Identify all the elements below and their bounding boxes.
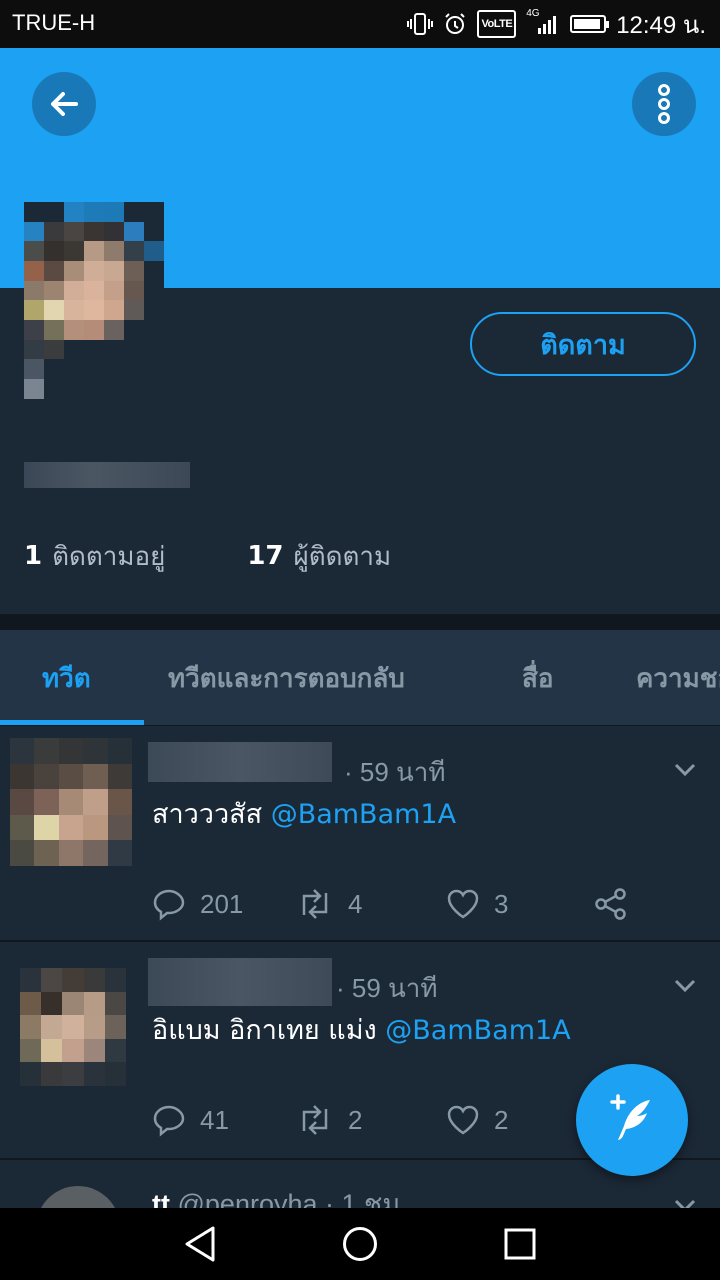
retweet-action[interactable]: 2 bbox=[296, 1100, 362, 1140]
tweet-time: · 1 ชม. bbox=[325, 1189, 408, 1208]
tab-tweets-replies[interactable]: ทวีตและการตอบกลับ bbox=[168, 630, 405, 725]
alarm-icon bbox=[443, 10, 467, 38]
tab-tweets[interactable]: ทวีต bbox=[42, 630, 91, 725]
nav-recents-button[interactable] bbox=[500, 1224, 540, 1264]
profile-name-blurred bbox=[24, 462, 190, 488]
profile-stats: 1 ติดตามอยู่ 17 ผู้ติดตาม bbox=[24, 538, 473, 574]
android-nav-bar bbox=[0, 1208, 720, 1280]
tweet-actions: 41 2 2 bbox=[152, 1100, 572, 1140]
compose-feather-icon bbox=[610, 1094, 650, 1140]
heart-icon bbox=[447, 1105, 479, 1135]
reply-action[interactable]: 41 bbox=[152, 1100, 229, 1140]
clock: 12:49 น. bbox=[616, 11, 706, 39]
reply-count: 41 bbox=[200, 1104, 229, 1135]
back-button[interactable] bbox=[32, 72, 96, 136]
reply-action[interactable]: 201 bbox=[152, 884, 243, 924]
compose-tweet-button[interactable] bbox=[576, 1064, 688, 1176]
tweet-avatar[interactable] bbox=[10, 738, 132, 866]
share-icon bbox=[595, 888, 626, 920]
more-options-button[interactable] bbox=[632, 72, 696, 136]
followers-stat[interactable]: 17 ผู้ติดตาม bbox=[247, 536, 391, 577]
tweet-mention[interactable]: @BamBam1A bbox=[271, 799, 456, 830]
section-divider bbox=[0, 614, 720, 630]
like-count: 2 bbox=[494, 1104, 509, 1135]
retweet-icon bbox=[302, 889, 328, 919]
retweet-action[interactable]: 4 bbox=[296, 884, 362, 924]
chevron-down-icon[interactable] bbox=[672, 756, 698, 782]
following-count: 1 bbox=[24, 541, 43, 571]
tweet-time: · 59 นาที bbox=[336, 973, 438, 1003]
profile-tabs: ทวีต ทวีตและการตอบกลับ สื่อ ความชอบ bbox=[0, 630, 720, 726]
like-action[interactable]: 2 bbox=[446, 1100, 508, 1140]
arrow-left-icon bbox=[51, 92, 78, 116]
reply-count: 201 bbox=[200, 888, 244, 919]
nav-home-button[interactable] bbox=[340, 1224, 380, 1264]
signal-4g-icon: 4G bbox=[526, 8, 560, 38]
followers-label: ผู้ติดตาม bbox=[293, 541, 392, 572]
battery-icon bbox=[570, 10, 610, 38]
tweet-header: tt @penroyha · 1 ชม. bbox=[152, 1182, 408, 1208]
tweet-author-blurred bbox=[148, 742, 332, 782]
status-bar: TRUE-H VoLTE 4G 12:49 น. bbox=[0, 0, 720, 48]
tweet-actions: 201 4 3 bbox=[152, 884, 672, 924]
tab-media[interactable]: สื่อ bbox=[522, 630, 553, 725]
volte-badge: VoLTE bbox=[477, 10, 517, 38]
tweet-mention[interactable]: @BamBam1A bbox=[385, 1015, 570, 1046]
heart-icon bbox=[447, 889, 479, 919]
tweet-avatar[interactable] bbox=[36, 1186, 120, 1208]
square-recents-icon bbox=[504, 1228, 536, 1260]
network-type: 4G bbox=[526, 8, 540, 19]
tweet-author-blurred bbox=[148, 958, 332, 1006]
tweet-author-name: tt bbox=[152, 1189, 170, 1208]
tweet-body: อิแบม อิกาเทย แม่ง bbox=[152, 1015, 377, 1046]
tweet-text: อิแบม อิกาเทย แม่ง @BamBam1A bbox=[152, 1008, 571, 1051]
carrier-name: TRUE-H bbox=[12, 10, 96, 35]
triangle-back-icon bbox=[185, 1226, 215, 1262]
like-action[interactable]: 3 bbox=[446, 884, 508, 924]
share-action[interactable] bbox=[594, 884, 628, 924]
reply-icon bbox=[153, 1105, 185, 1137]
following-label: ติดตามอยู่ bbox=[52, 541, 166, 572]
retweet-icon bbox=[302, 1105, 328, 1135]
profile-avatar[interactable] bbox=[24, 202, 164, 438]
tab-likes[interactable]: ความชอบ bbox=[636, 630, 720, 725]
tweet-text: สาวววสัส @BamBam1A bbox=[152, 792, 456, 835]
tweet-body: สาวววสัส bbox=[152, 799, 263, 830]
reply-icon bbox=[153, 889, 185, 921]
tweet-item[interactable]: · 59 นาที สาวววสัส @BamBam1A 201 4 3 bbox=[0, 726, 720, 942]
tweet-time: · 59 นาที bbox=[344, 757, 446, 787]
circle-home-icon bbox=[343, 1227, 377, 1261]
retweet-count: 2 bbox=[348, 1104, 363, 1135]
nav-back-button[interactable] bbox=[180, 1224, 220, 1264]
chevron-down-icon[interactable] bbox=[672, 1192, 698, 1208]
vibrate-icon bbox=[407, 10, 434, 38]
follow-button[interactable]: ติดตาม bbox=[470, 312, 696, 376]
retweet-count: 4 bbox=[348, 888, 363, 919]
status-icons: VoLTE 4G 12:49 น. bbox=[407, 8, 706, 40]
more-vertical-icon bbox=[658, 84, 670, 124]
tweet-author-handle: @penroyha bbox=[177, 1189, 318, 1208]
chevron-down-icon[interactable] bbox=[672, 972, 698, 998]
tweet-avatar[interactable] bbox=[20, 968, 126, 1086]
followers-count: 17 bbox=[247, 541, 284, 571]
following-stat[interactable]: 1 ติดตามอยู่ bbox=[24, 536, 165, 577]
like-count: 3 bbox=[494, 888, 509, 919]
